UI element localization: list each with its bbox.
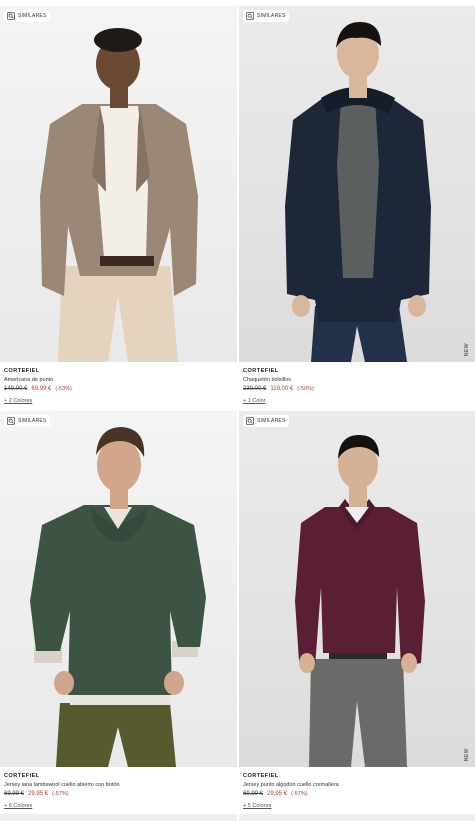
- similar-badge[interactable]: SIMILARES: [4, 10, 51, 22]
- similar-icon: [7, 12, 15, 20]
- product-card[interactable]: SIMILARES NEW CORTEFIEL Jersey punto alg…: [239, 411, 475, 809]
- discount-badge: (-53%): [55, 386, 72, 392]
- more-colors-link[interactable]: + 5 Colores: [243, 803, 472, 809]
- more-colors-link[interactable]: + 1 Color: [243, 398, 472, 404]
- sale-price: 29,95 €: [28, 791, 49, 797]
- sale-price: 69,99 €: [31, 386, 52, 392]
- product-card[interactable]: SIMILARES CORTEFIEL Jersey lana lambswoo…: [0, 411, 237, 809]
- similar-badge[interactable]: SIMILARES: [4, 415, 51, 427]
- product-image[interactable]: SIMILARES NEW: [239, 6, 475, 362]
- similar-label: SIMILARES: [257, 13, 286, 19]
- similar-label: SIMILARES: [18, 418, 47, 424]
- similar-label: SIMILARES: [257, 418, 286, 424]
- product-card[interactable]: SIMILARES CORTEFIEL Americana de punto 1…: [0, 6, 237, 404]
- discount-badge: (-57%): [52, 791, 69, 797]
- original-price: 149,00 €: [4, 386, 28, 392]
- original-price: 239,00 €: [243, 386, 267, 392]
- product-name[interactable]: Jersey punto algodón cuello cremallera: [243, 782, 472, 788]
- model-photo: [40, 28, 198, 362]
- similar-icon: [7, 417, 15, 425]
- original-price: 69,99 €: [4, 791, 25, 797]
- sale-price: 119,00 €: [270, 386, 294, 392]
- more-colors-link[interactable]: + 6 Colores: [4, 803, 233, 809]
- model-photo: [285, 22, 431, 362]
- discount-badge: (-57%): [291, 791, 308, 797]
- discount-badge: (-50%): [297, 386, 314, 392]
- new-tag: NEW: [464, 342, 470, 356]
- original-price: 69,99 €: [243, 791, 264, 797]
- similar-badge[interactable]: SIMILARES: [243, 10, 290, 22]
- similar-icon: [246, 12, 254, 20]
- sale-price: 29,95 €: [267, 791, 288, 797]
- similar-label: SIMILARES: [18, 13, 47, 19]
- price-row: 69,99 € 29,95 € (-57%): [243, 791, 472, 797]
- price-row: 149,00 € 69,99 € (-53%): [4, 386, 233, 392]
- product-image[interactable]: SIMILARES: [0, 6, 237, 362]
- new-tag: NEW: [464, 747, 470, 761]
- model-photo: [30, 427, 206, 767]
- product-brand: CORTEFIEL: [4, 368, 40, 374]
- product-brand: CORTEFIEL: [243, 368, 279, 374]
- product-brand: CORTEFIEL: [4, 773, 40, 779]
- model-photo: [295, 435, 425, 767]
- similar-icon: [246, 417, 254, 425]
- similar-badge[interactable]: SIMILARES: [243, 415, 290, 427]
- product-card[interactable]: SIMILARES NEW CORTEFIEL Chaquetón bolsil…: [239, 6, 475, 404]
- product-name[interactable]: Jersey lana lambswool cuello abierto con…: [4, 782, 233, 788]
- product-brand: CORTEFIEL: [243, 773, 279, 779]
- price-row: 69,99 € 29,95 € (-57%): [4, 791, 233, 797]
- product-image[interactable]: SIMILARES: [0, 411, 237, 767]
- more-colors-link[interactable]: + 2 Colores: [4, 398, 233, 404]
- price-row: 239,00 € 119,00 € (-50%): [243, 386, 472, 392]
- product-image[interactable]: SIMILARES NEW: [239, 411, 475, 767]
- product-name[interactable]: Chaquetón bolsillos: [243, 377, 472, 383]
- product-name[interactable]: Americana de punto: [4, 377, 233, 383]
- column-divider: [237, 814, 239, 821]
